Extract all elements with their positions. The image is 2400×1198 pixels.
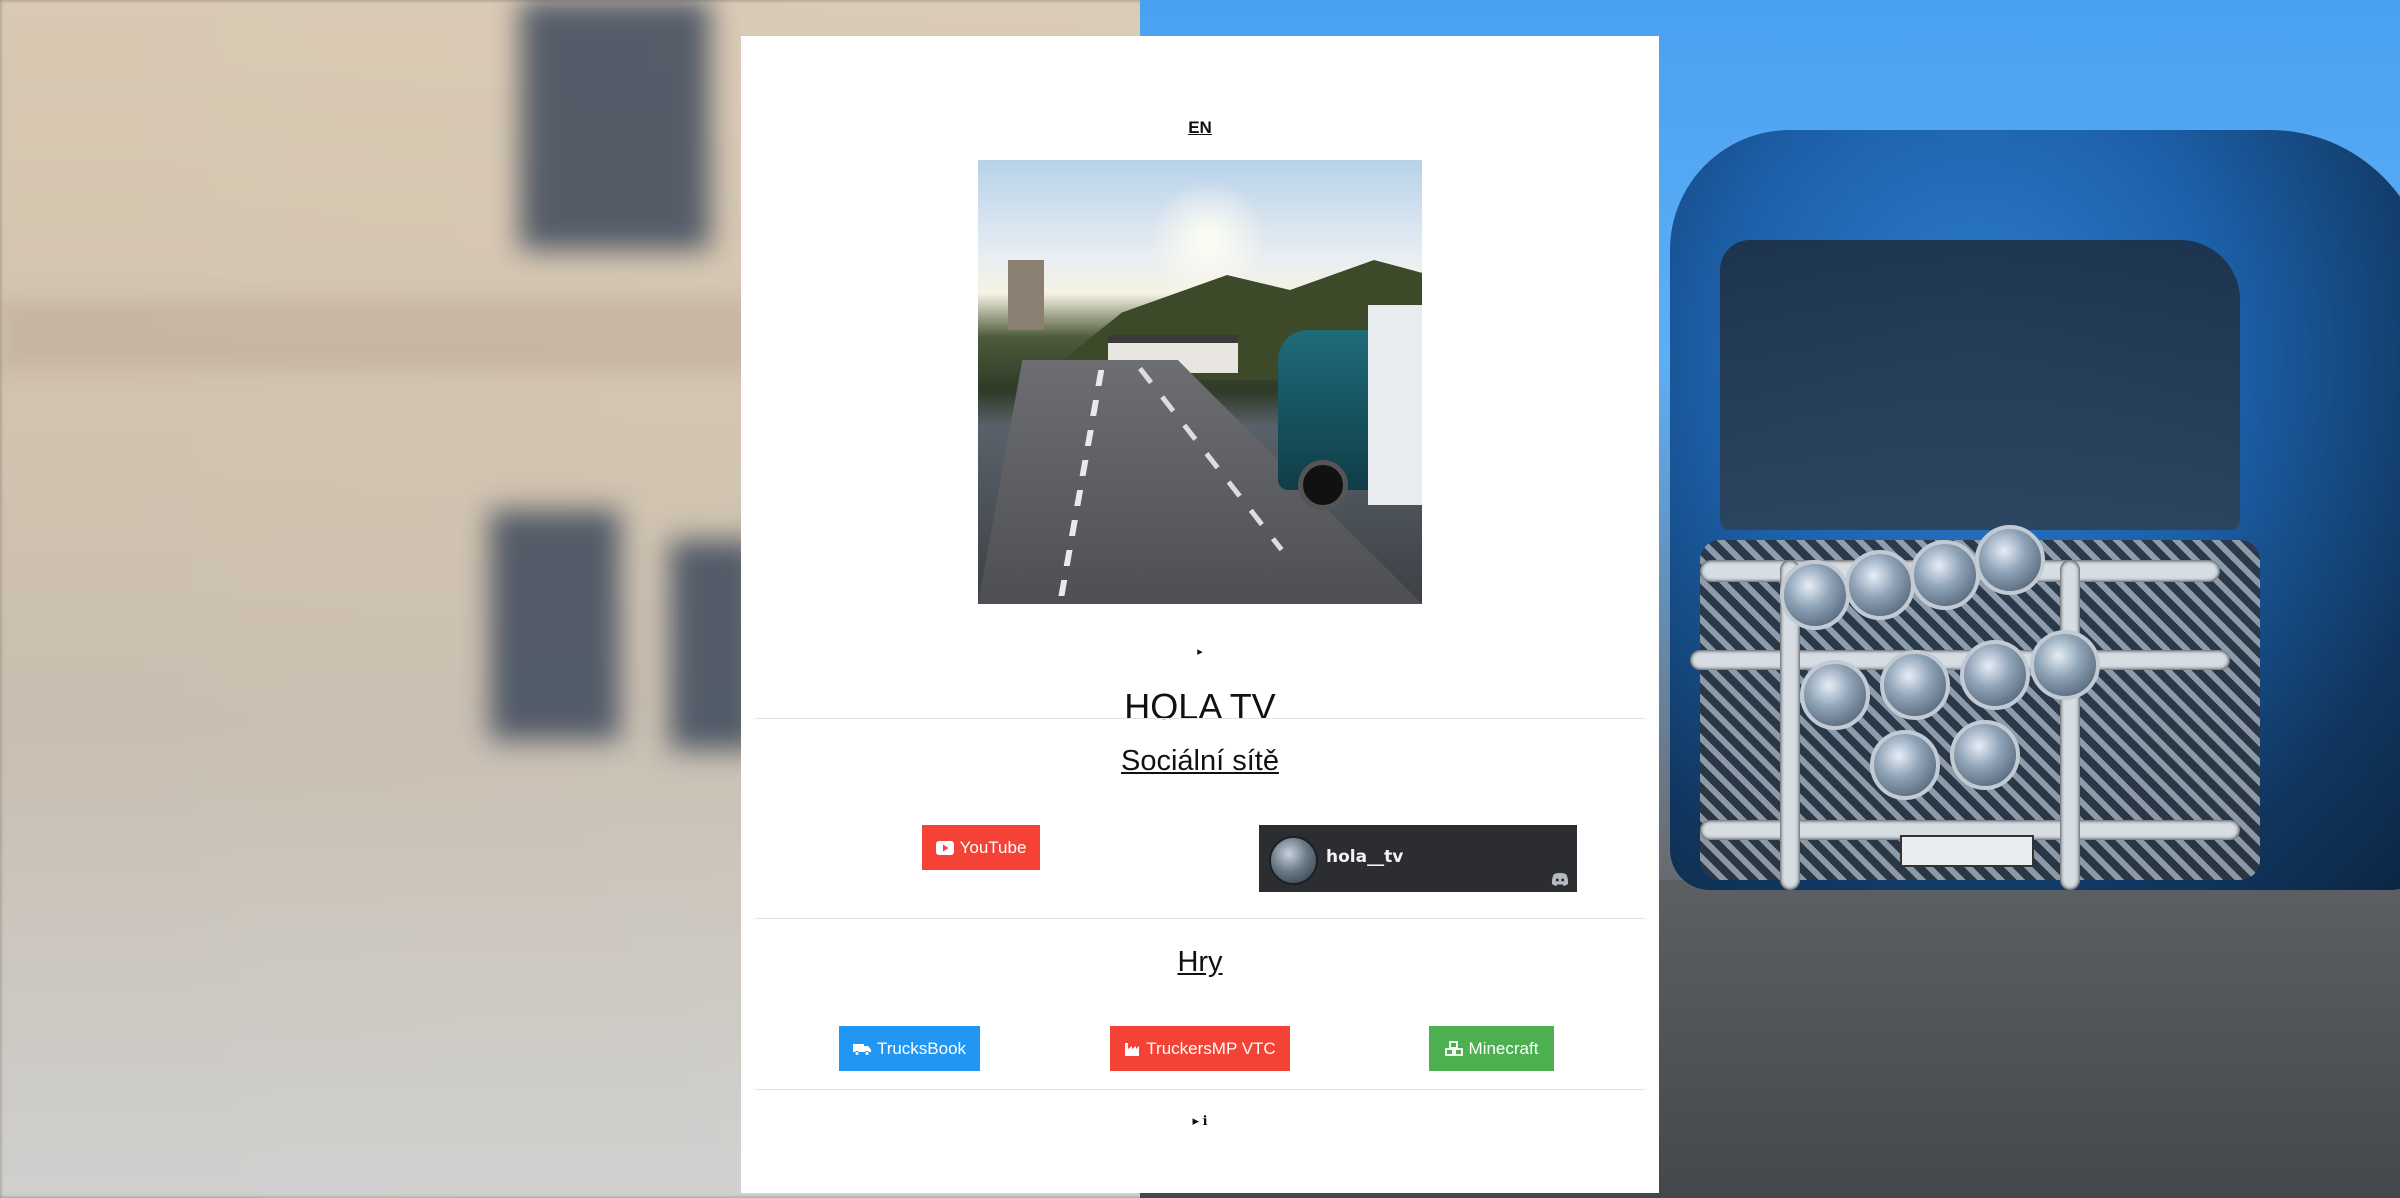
background-truck-lamp — [1845, 550, 1915, 620]
divider — [755, 1089, 1645, 1090]
background-truck-bar — [2060, 560, 2080, 890]
truck-icon — [852, 1042, 871, 1056]
discord-widget[interactable]: hola__tv — [1259, 825, 1577, 892]
photo-wheel — [1298, 460, 1348, 510]
divider — [755, 718, 1645, 719]
games-heading: Hry — [1177, 946, 1223, 978]
background-truck-lamp — [1870, 730, 1940, 800]
channel-photo[interactable] — [978, 160, 1422, 604]
background-truck-windshield — [1720, 240, 2240, 530]
divider — [755, 918, 1645, 919]
trucksbook-label: TrucksBook — [876, 1038, 967, 1058]
background-truck-lamp — [1780, 560, 1850, 630]
cubes-icon — [1444, 1040, 1463, 1057]
background-truck-lamp — [1800, 660, 1870, 730]
social-heading: Sociální sítě — [1121, 745, 1279, 777]
background-window — [520, 0, 710, 250]
background-truck-plate — [1900, 835, 2034, 867]
discord-username: hola__tv — [1326, 847, 1404, 867]
youtube-button[interactable]: YouTube — [922, 825, 1040, 870]
minecraft-label: Minecraft — [1468, 1038, 1539, 1058]
discord-avatar — [1269, 836, 1318, 885]
profile-card: EN ▸ HOLA TV Sociální sítě YouTube hola_… — [741, 36, 1659, 1193]
trucksbook-button[interactable]: TrucksBook — [839, 1026, 980, 1071]
photo-trailer — [1368, 305, 1422, 505]
background-window — [490, 510, 620, 740]
media-details-toggle[interactable]: ▸ — [741, 645, 1659, 658]
background-band — [0, 300, 760, 370]
language-toggle-link[interactable]: EN — [741, 118, 1659, 138]
background-truck-lamp — [1950, 720, 2020, 790]
minecraft-button[interactable]: Minecraft — [1429, 1026, 1554, 1071]
background-truck-lamp — [1880, 650, 1950, 720]
industry-icon — [1124, 1041, 1140, 1057]
channel-title: HOLA TV — [1124, 686, 1276, 727]
truckersmp-vtc-button[interactable]: TruckersMP VTC — [1110, 1026, 1290, 1071]
youtube-icon — [935, 840, 954, 855]
background-truck-lamp — [2030, 630, 2100, 700]
background-truck-lamp — [1910, 540, 1980, 610]
photo-tower — [1008, 260, 1044, 330]
info-details-toggle[interactable]: ▸ ℹ — [741, 1113, 1659, 1129]
youtube-label: YouTube — [959, 837, 1027, 857]
discord-icon — [1551, 873, 1569, 886]
background-truck-lamp — [1960, 640, 2030, 710]
truckersmp-label: TruckersMP VTC — [1146, 1038, 1276, 1058]
background-truck-lamp — [1975, 525, 2045, 595]
